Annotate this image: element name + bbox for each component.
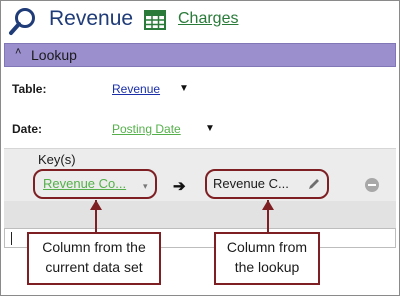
table-field-label: Table: — [12, 82, 47, 96]
lookup-section-header[interactable]: ˄ Lookup — [4, 43, 396, 67]
maps-to-arrow-icon: ➔ — [173, 178, 186, 195]
table-grid-icon[interactable] — [144, 10, 166, 30]
source-column-callout: Column from the current data set — [27, 232, 161, 285]
lookup-section-label: Lookup — [31, 47, 77, 63]
charges-link[interactable]: Charges — [178, 10, 238, 28]
lookup-panel: Revenue Charges ˄ Lookup Table: Revenue … — [0, 0, 400, 296]
search-icon[interactable] — [8, 6, 38, 36]
collapse-chevron-icon[interactable]: ˄ — [15, 46, 21, 58]
remove-key-icon[interactable] — [365, 178, 379, 192]
lookup-column-callout: Column from the lookup — [214, 232, 320, 285]
text-caret — [11, 232, 12, 245]
chevron-down-icon[interactable]: ▼ — [205, 123, 215, 134]
page-title: Revenue — [49, 7, 134, 30]
chevron-down-icon[interactable]: ▼ — [179, 83, 189, 94]
keys-row-spacer — [4, 201, 396, 229]
table-select-value[interactable]: Revenue — [112, 82, 160, 96]
keys-label: Key(s) — [38, 152, 76, 167]
source-column-highlight — [33, 169, 157, 199]
date-field-label: Date: — [12, 122, 43, 136]
lookup-column-highlight — [205, 169, 329, 199]
date-select-value[interactable]: Posting Date — [112, 122, 181, 136]
header: Revenue Charges — [1, 1, 399, 39]
